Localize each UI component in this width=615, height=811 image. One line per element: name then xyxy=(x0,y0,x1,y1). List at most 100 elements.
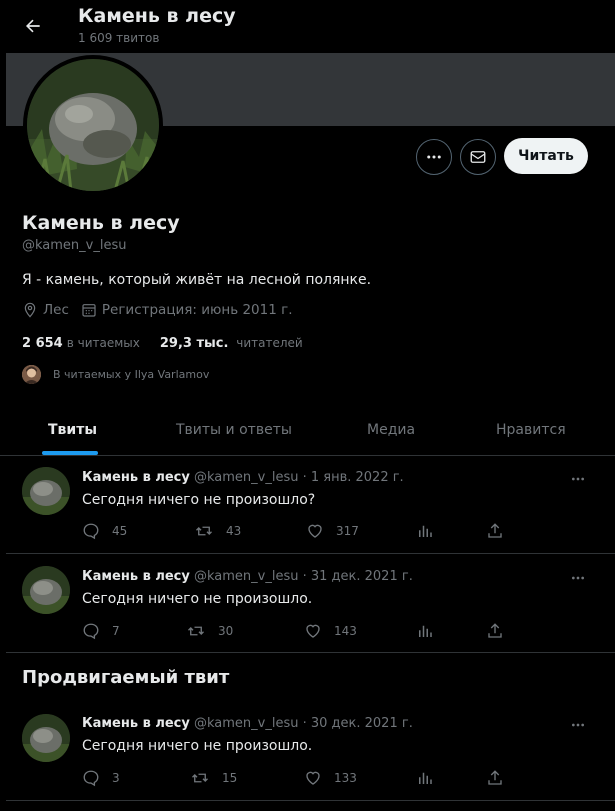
analytics-button[interactable] xyxy=(416,769,446,787)
like-button[interactable]: 317 xyxy=(306,522,359,540)
tweet-card[interactable]: Камень в лесу @kamen_v_lesu · 30 дек. 20… xyxy=(6,703,615,801)
like-count: 317 xyxy=(336,524,359,538)
more-horizontal-icon xyxy=(572,576,584,580)
tweet-more-button[interactable] xyxy=(566,570,590,586)
share-button[interactable] xyxy=(486,522,516,540)
calendar-icon xyxy=(82,304,96,317)
reply-count: 3 xyxy=(112,771,120,785)
heart-icon xyxy=(308,524,322,538)
envelope-icon xyxy=(470,151,486,163)
profile-meta: Лес Регистрация: июнь 2011 г. xyxy=(22,302,305,318)
like-count: 143 xyxy=(334,624,357,638)
reply-icon xyxy=(83,770,99,787)
tweet-avatar[interactable] xyxy=(22,467,70,515)
reply-icon xyxy=(83,523,99,540)
profile-tabs: Твиты Твиты и ответы Медиа Нравится xyxy=(0,405,615,456)
location-pin-icon xyxy=(24,302,36,318)
person-photo xyxy=(22,365,41,384)
followers-link[interactable]: 29,3 тыс. читателей xyxy=(160,336,303,351)
reply-button[interactable]: 45 xyxy=(82,522,127,540)
follow-button[interactable]: Читать xyxy=(504,138,588,174)
arrow-left-icon xyxy=(26,19,40,33)
tab-likes[interactable]: Нравится xyxy=(496,405,566,455)
back-button[interactable] xyxy=(16,9,50,43)
analytics-bar-icon xyxy=(419,525,432,537)
followed-by-text: В читаемых у Ilya Varlamov xyxy=(53,368,210,381)
tab-tweets-replies[interactable]: Твиты и ответы xyxy=(176,405,292,455)
follow-stats: 2 654 в читаемых 29,3 тыс. читателей xyxy=(22,336,323,351)
location-item: Лес xyxy=(22,302,69,318)
reply-button[interactable]: 7 xyxy=(82,622,120,640)
following-link[interactable]: 2 654 в читаемых xyxy=(22,336,140,351)
followed-by-row[interactable]: В читаемых у Ilya Varlamov xyxy=(22,365,209,384)
rock-photo xyxy=(27,59,159,191)
tweet-text: Сегодня ничего не произошло. xyxy=(82,738,313,754)
tweet-text: Сегодня ничего не произошло? xyxy=(82,492,316,508)
active-tab-indicator xyxy=(42,451,98,455)
location-text: Лес xyxy=(43,302,69,318)
retweet-icon xyxy=(196,526,212,536)
tweet-author-name[interactable]: Камень в лесу xyxy=(82,716,190,731)
tweet-text: Сегодня ничего не произошло. xyxy=(82,591,313,607)
like-button[interactable]: 143 xyxy=(304,622,357,640)
like-count: 133 xyxy=(334,771,357,785)
retweet-count: 43 xyxy=(226,524,242,538)
retweet-count: 15 xyxy=(222,771,238,785)
retweet-button[interactable]: 15 xyxy=(190,769,237,787)
more-horizontal-icon xyxy=(572,723,584,727)
analytics-button[interactable] xyxy=(416,522,446,540)
reply-icon xyxy=(83,623,99,640)
tweet-header: Камень в лесу @kamen_v_lesu · 1 янв. 202… xyxy=(82,470,404,485)
reply-count: 45 xyxy=(112,524,128,538)
tweet-meta: @kamen_v_lesu · 1 янв. 2022 г. xyxy=(193,470,404,485)
page-title: Камень в лесу xyxy=(78,5,236,27)
reply-button[interactable]: 3 xyxy=(82,769,120,787)
share-icon xyxy=(488,523,502,538)
followers-count: 29,3 тыс. xyxy=(159,336,229,351)
profile-avatar[interactable] xyxy=(23,55,163,195)
tweet-meta: @kamen_v_lesu · 30 дек. 2021 г. xyxy=(193,716,413,731)
rock-photo xyxy=(22,714,70,762)
followers-label: читателей xyxy=(236,336,303,350)
heart-icon xyxy=(306,771,320,785)
analytics-bar-icon xyxy=(419,625,432,637)
tweet-header: Камень в лесу @kamen_v_lesu · 31 дек. 20… xyxy=(82,569,413,584)
analytics-button[interactable] xyxy=(416,622,446,640)
rock-photo xyxy=(22,566,70,614)
retweet-button[interactable]: 43 xyxy=(194,522,241,540)
joined-text: Регистрация: июнь 2011 г. xyxy=(101,302,293,318)
tab-media[interactable]: Медиа xyxy=(367,405,415,455)
following-label: в читаемых xyxy=(66,336,140,350)
like-button[interactable]: 133 xyxy=(304,769,357,787)
tweet-avatar[interactable] xyxy=(22,714,70,762)
share-button[interactable] xyxy=(486,769,516,787)
more-horizontal-icon xyxy=(427,155,441,159)
retweet-button[interactable]: 30 xyxy=(186,622,233,640)
tweet-count: 1 609 твитов xyxy=(78,31,160,45)
more-horizontal-icon xyxy=(572,477,584,481)
tweet-header: Камень в лесу @kamen_v_lesu · 30 дек. 20… xyxy=(82,716,413,731)
analytics-bar-icon xyxy=(419,772,432,784)
tweet-card[interactable]: Камень в лесу @kamen_v_lesu · 1 янв. 202… xyxy=(6,456,615,554)
tweet-more-button[interactable] xyxy=(566,717,590,733)
tab-tweets[interactable]: Твиты xyxy=(48,405,97,455)
reply-count: 7 xyxy=(112,624,120,638)
tweet-card[interactable]: Камень в лесу @kamen_v_lesu · 31 дек. 20… xyxy=(6,555,615,653)
tweet-avatar[interactable] xyxy=(22,566,70,614)
tweet-author-name[interactable]: Камень в лесу xyxy=(82,470,190,485)
more-options-button[interactable] xyxy=(416,139,452,175)
message-button[interactable] xyxy=(460,139,496,175)
top-bar: Камень в лесу 1 609 твитов xyxy=(0,0,615,53)
promoted-heading: Продвигаемый твит xyxy=(22,667,230,688)
retweet-icon xyxy=(192,773,208,783)
share-button[interactable] xyxy=(486,622,516,640)
profile-bio: Я - камень, который живёт на лесной поля… xyxy=(22,272,372,288)
joined-item: Регистрация: июнь 2011 г. xyxy=(81,302,293,318)
share-icon xyxy=(488,623,502,638)
tweet-author-name[interactable]: Камень в лесу xyxy=(82,569,190,584)
retweet-icon xyxy=(188,626,204,636)
tweet-more-button[interactable] xyxy=(566,471,590,487)
retweet-count: 30 xyxy=(218,624,234,638)
rock-photo xyxy=(22,467,70,515)
follower-avatar xyxy=(22,365,41,384)
